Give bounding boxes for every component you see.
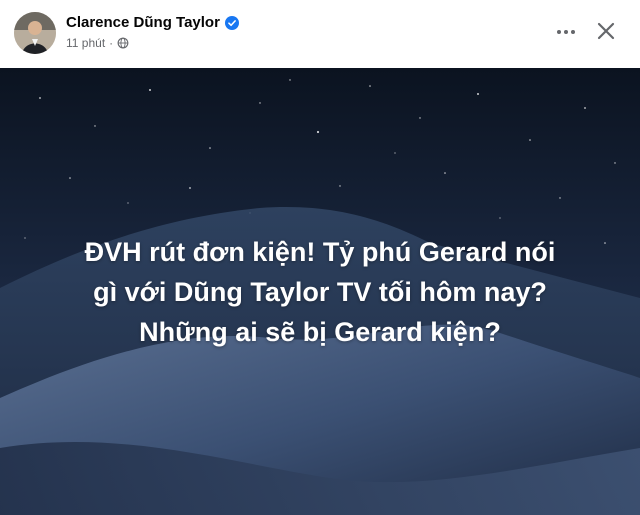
verified-badge-icon: [224, 15, 239, 30]
post-headline: ĐVH rút đơn kiện! Tỷ phú Gerard nói gì v…: [0, 232, 640, 352]
close-icon: [597, 22, 615, 40]
close-button[interactable]: [593, 18, 619, 44]
more-options-button[interactable]: [552, 22, 580, 42]
author-name[interactable]: Clarence Dũng Taylor: [66, 14, 220, 31]
headline-line-3: Những ai sẽ bị Gerard kiện?: [139, 317, 501, 347]
headline-line-2: gì với Dũng Taylor TV tối hôm nay?: [93, 277, 547, 307]
globe-icon[interactable]: [117, 37, 129, 49]
headline-line-1: ĐVH rút đơn kiện! Tỷ phú Gerard nói: [84, 237, 556, 267]
post-meta: 11 phút ·: [66, 36, 129, 50]
author-name-row: Clarence Dũng Taylor: [66, 14, 239, 31]
meta-separator: ·: [109, 36, 114, 50]
more-horizontal-icon: [557, 30, 575, 34]
post-time[interactable]: 11 phút: [66, 36, 105, 50]
author-avatar[interactable]: [14, 12, 56, 54]
post-image[interactable]: ĐVH rút đơn kiện! Tỷ phú Gerard nói gì v…: [0, 68, 640, 515]
post-header: Clarence Dũng Taylor 11 phút ·: [0, 0, 640, 68]
